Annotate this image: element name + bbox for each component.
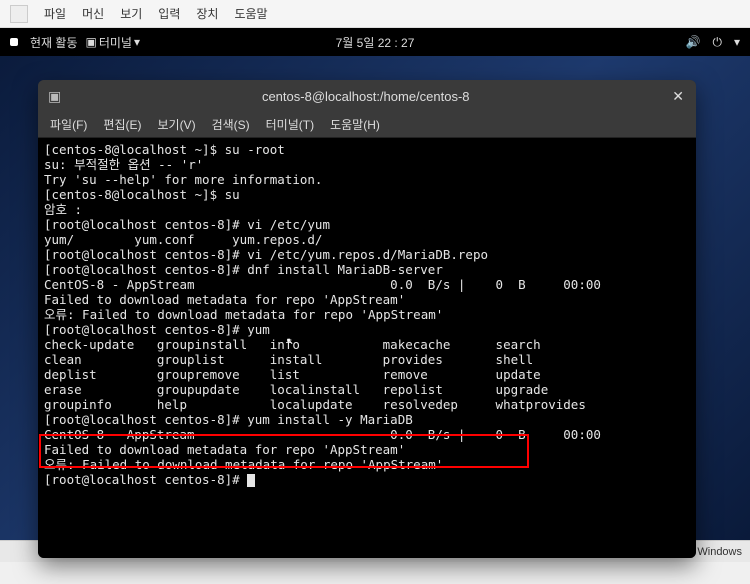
term-line: [root@localhost centos-8]# vi /etc/yum.r… [44,247,488,262]
term-line: [root@localhost centos-8]# dnf install M… [44,262,443,277]
mouse-pointer-icon: ↖ [286,332,294,347]
menu-help[interactable]: 도움말(H) [330,116,380,133]
vm-menu-machine[interactable]: 머신 [82,5,104,22]
term-line: Try 'su --help' for more information. [44,172,322,187]
term-line: [centos-8@localhost ~]$ su -root [44,142,285,157]
vm-menu-devices[interactable]: 장치 [196,5,218,22]
term-line: groupinfo help localupdate resolvedep wh… [44,397,586,412]
term-line: erase groupupdate localinstall repolist … [44,382,548,397]
window-title: centos-8@localhost:/home/centos-8 [71,89,660,104]
term-line: 오류: Failed to download metadata for repo… [44,307,443,322]
close-button[interactable]: ✕ [660,88,696,105]
term-line: CentOS-8 - AppStream 0.0 B/s | 0 B 00:00 [44,427,601,442]
terminal-titlebar[interactable]: ▣ centos-8@localhost:/home/centos-8 ✕ [38,80,696,112]
term-line: [centos-8@localhost ~]$ su [44,187,240,202]
term-line: Failed to download metadata for repo 'Ap… [44,442,405,457]
vm-menu-view[interactable]: 보기 [120,5,142,22]
vm-menu-input[interactable]: 입력 [158,5,180,22]
vm-menu-help[interactable]: 도움말 [234,5,267,22]
term-line: [root@localhost centos-8]# yum install -… [44,412,413,427]
term-line: Failed to download metadata for repo 'Ap… [44,292,405,307]
menu-edit[interactable]: 편집(E) [103,116,141,133]
titlebar-app-icon[interactable]: ▣ [38,88,71,105]
activities-button[interactable]: 현재 활동 [30,34,78,51]
terminal-app-icon: ▣ [86,35,97,49]
menu-terminal[interactable]: 터미널(T) [266,116,314,133]
term-line: 오류: Failed to download metadata for repo… [44,457,443,472]
app-menu[interactable]: ▣ 터미널 ▾ [86,34,141,51]
terminal-menubar: 파일(F) 편집(E) 보기(V) 검색(S) 터미널(T) 도움말(H) [38,112,696,138]
term-line: CentOS-8 - AppStream 0.0 B/s | 0 B 00:00 [44,277,601,292]
menu-view[interactable]: 보기(V) [157,116,195,133]
menu-file[interactable]: 파일(F) [50,116,87,133]
terminal-window: ▣ centos-8@localhost:/home/centos-8 ✕ 파일… [38,80,696,558]
terminal-content[interactable]: [centos-8@localhost ~]$ su -root su: 부적절… [38,138,696,558]
term-line: deplist groupremove list remove update [44,367,541,382]
vm-toolbar-icon[interactable] [10,5,28,23]
guest-desktop: 현재 활동 ▣ 터미널 ▾ 7월 5일 22 : 27 🔊 ⏻ ▾ ▣ cent… [0,28,750,540]
menu-search[interactable]: 검색(S) [212,116,250,133]
system-menu-chevron-icon[interactable]: ▾ [734,35,740,49]
term-line: [root@localhost centos-8]# [44,472,247,487]
term-line: su: 부적절한 옵션 -- 'r' [44,157,203,172]
vm-menu-bar: 파일 머신 보기 입력 장치 도움말 [0,0,750,28]
chevron-down-icon: ▾ [134,35,140,49]
app-menu-label: 터미널 [99,34,132,51]
term-line: yum/ yum.conf yum.repos.d/ [44,232,322,247]
clock[interactable]: 7월 5일 22 : 27 [336,34,415,51]
gnome-top-bar: 현재 활동 ▣ 터미널 ▾ 7월 5일 22 : 27 🔊 ⏻ ▾ [0,28,750,56]
terminal-cursor [247,474,255,487]
vm-menu-file[interactable]: 파일 [44,5,66,22]
power-icon[interactable]: ⏻ [712,35,722,50]
term-line: 암호 : [44,202,82,217]
volume-icon[interactable]: 🔊 [686,35,701,49]
term-line: clean grouplist install provides shell [44,352,533,367]
activities-icon[interactable] [10,38,18,46]
term-line: [root@localhost centos-8]# vi /etc/yum [44,217,330,232]
term-line: [root@localhost centos-8]# yum [44,322,270,337]
